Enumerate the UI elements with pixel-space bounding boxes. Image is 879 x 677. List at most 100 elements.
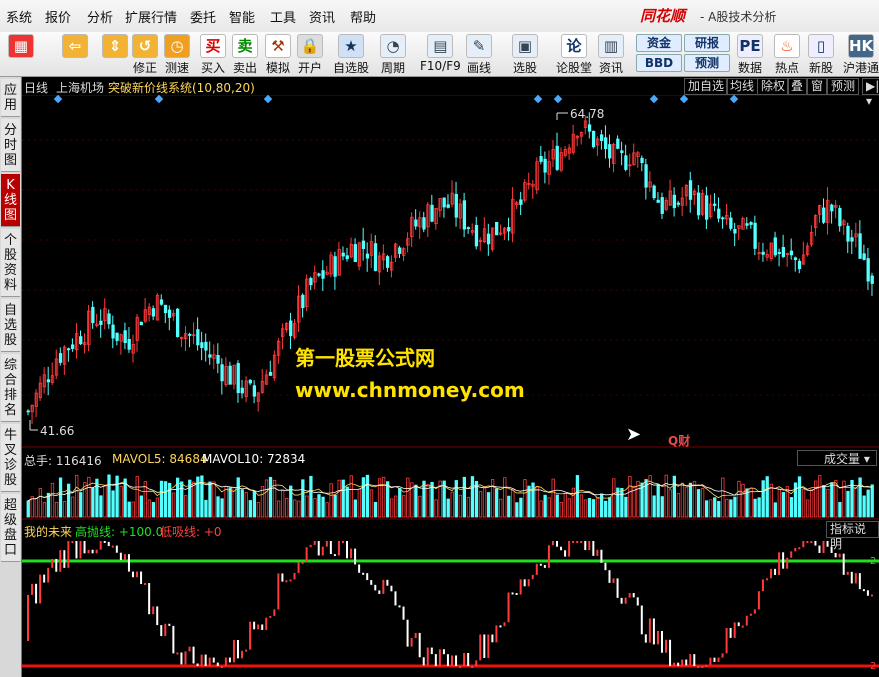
oscillator-bar: [228, 657, 231, 663]
oscillator-bar: [434, 654, 437, 666]
oscillator-bar: [366, 573, 369, 581]
oscillator-bar: [612, 578, 615, 583]
volume-bar: [285, 498, 289, 518]
oscillator-bar: [818, 545, 821, 553]
oscillator-bar: [378, 590, 381, 594]
oscillator-bar: [701, 666, 704, 668]
oscillator-bar: [321, 546, 324, 556]
oscillator-bar: [745, 615, 748, 626]
volume-bar: [684, 486, 689, 518]
volume-bar: [305, 495, 309, 518]
volume-bar: [503, 477, 507, 518]
oscillator-bar: [782, 552, 785, 569]
candle-body: [660, 197, 664, 214]
oscillator-bar: [131, 571, 134, 578]
volume-bar: [212, 481, 216, 518]
volume-bar: [361, 477, 366, 518]
q-finance-label[interactable]: Q财: [668, 432, 690, 449]
oscillator-bar: [107, 541, 110, 547]
oscillator-bar: [301, 561, 304, 564]
volume-bar: [293, 499, 297, 518]
oscillator-bar: [394, 591, 397, 606]
indicator-explain-button[interactable]: 指标说明: [826, 521, 879, 551]
volume-bar: [777, 488, 781, 518]
candle-body: [866, 258, 870, 282]
kline-chart[interactable]: [0, 0, 879, 677]
volume-bar: [321, 496, 325, 518]
oscillator-bar: [717, 657, 720, 662]
volume-bar: [733, 496, 737, 518]
volume-bar: [167, 482, 172, 518]
candle-body: [107, 313, 111, 325]
volume-bar: [838, 502, 842, 518]
volume-bar: [680, 482, 685, 518]
volume-bar: [672, 475, 676, 518]
oscillator-bar: [592, 541, 595, 556]
volume-bar: [357, 488, 362, 518]
oscillator-bar: [55, 558, 58, 572]
volume-bar: [220, 498, 224, 518]
volume-bar: [333, 494, 337, 518]
candle-body: [555, 145, 559, 170]
volume-bar: [208, 481, 212, 518]
volume-bar: [62, 501, 67, 518]
candle-body: [519, 199, 523, 205]
oscillator-bar: [499, 625, 502, 628]
volume-bar: [805, 499, 810, 518]
oscillator-bar: [765, 578, 768, 581]
oscillator-bar: [346, 541, 349, 559]
candle-body: [587, 124, 592, 132]
volume-bar: [515, 502, 519, 518]
volume-bar: [523, 479, 527, 518]
volume-bar: [717, 501, 721, 518]
oscillator-bar: [418, 632, 421, 658]
volume-bar: [713, 497, 717, 518]
candle-body: [789, 250, 794, 256]
oscillator-bar: [850, 571, 853, 584]
volume-bar: [454, 480, 458, 518]
oscillator-bar: [289, 579, 292, 582]
oscillator-bar: [487, 634, 490, 658]
volume-bar: [571, 487, 576, 518]
oscillator-bar: [83, 541, 86, 554]
oscillator-bar: [648, 618, 651, 643]
volume-bar: [131, 501, 135, 518]
volume-bar: [353, 499, 357, 518]
candle-body: [99, 320, 103, 325]
signal-diamond: [263, 94, 273, 104]
oscillator-bar: [410, 638, 413, 647]
oscillator-bar: [572, 541, 575, 543]
volume-bar: [660, 496, 664, 518]
volume-bar: [866, 489, 870, 518]
volume-bar: [636, 480, 640, 518]
oscillator-bar: [422, 657, 425, 666]
candle-body: [604, 137, 608, 150]
volume-bar: [103, 485, 107, 518]
volume-bar: [365, 474, 370, 518]
volume-selector[interactable]: 成交量 ▾: [797, 450, 877, 466]
volume-bar: [309, 475, 313, 518]
candle-body: [620, 150, 624, 153]
oscillator-bar: [709, 657, 712, 665]
oscillator-bar: [802, 541, 805, 548]
oscillator-bar: [620, 597, 623, 604]
oscillator-bar: [677, 662, 680, 666]
oscillator-bar: [584, 541, 587, 551]
candle-body: [652, 185, 656, 199]
candle-body: [373, 243, 378, 271]
oscillator-bar: [866, 590, 869, 596]
volume-bar: [490, 479, 495, 518]
oscillator-bar: [249, 621, 252, 650]
oscillator-bar: [749, 613, 752, 616]
oscillator-bar: [245, 649, 248, 652]
oscillator-bar: [786, 557, 789, 569]
volume-bar: [511, 488, 515, 518]
high-sell-line-label: 高抛线: +100.0: [75, 525, 164, 539]
oscillator-bar: [71, 541, 74, 543]
oscillator-bar: [519, 579, 522, 595]
oscillator-bar: [208, 657, 211, 666]
volume-bar: [773, 502, 777, 518]
volume-bar: [595, 497, 600, 518]
volume-total: 总手: 116416: [24, 454, 102, 468]
oscillator-bar: [491, 634, 494, 643]
